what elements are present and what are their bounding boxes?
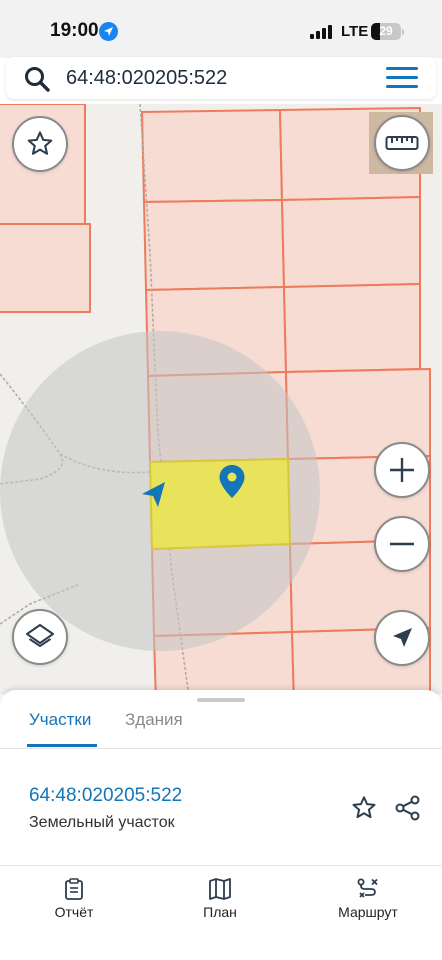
battery-cap — [402, 29, 404, 35]
cellular-signal-icon — [310, 25, 332, 39]
share-icon[interactable] — [394, 794, 422, 827]
search-bar[interactable]: 64:48:020205:522 — [6, 57, 436, 99]
layers-button[interactable] — [12, 609, 68, 665]
route-icon — [357, 878, 378, 898]
zoom-out-button[interactable] — [374, 516, 430, 572]
plot-cadastral-number[interactable]: 64:48:020205:522 — [29, 785, 182, 807]
favorite-button[interactable] — [12, 116, 68, 172]
nav-report[interactable]: Отчёт — [44, 878, 104, 920]
bottom-nav-divider — [0, 865, 442, 866]
battery-icon: 29 — [371, 23, 401, 40]
sheet-drag-handle[interactable] — [197, 698, 245, 702]
nav-plan-label: План — [203, 904, 237, 920]
battery-percent: 29 — [379, 24, 393, 38]
star-icon[interactable] — [350, 794, 378, 827]
nav-route[interactable]: Маршрут — [328, 878, 408, 920]
star-icon — [27, 131, 53, 155]
status-time: 19:00 — [50, 20, 99, 41]
navigation-arrow-icon — [393, 628, 412, 647]
bottom-sheet[interactable]: Участки Здания 64:48:020205:522 Земельны… — [0, 690, 442, 960]
user-location-arrow-icon — [140, 480, 168, 513]
plus-icon — [390, 458, 414, 482]
network-type: LTE — [341, 23, 369, 40]
ruler-button[interactable] — [374, 115, 430, 171]
plot-type: Земельный участок — [29, 814, 175, 831]
my-location-button[interactable] — [374, 610, 430, 666]
clipboard-icon — [65, 878, 83, 900]
tab-buildings[interactable]: Здания — [125, 710, 183, 730]
status-bar: 19:00 LTE 29 — [0, 0, 442, 58]
search-icon[interactable] — [24, 66, 50, 97]
nav-plan[interactable]: План — [190, 878, 250, 920]
tabs-divider — [0, 748, 442, 749]
ruler-icon — [385, 136, 419, 150]
layers-icon — [26, 624, 54, 647]
hamburger-menu-icon[interactable] — [386, 67, 418, 89]
map-view[interactable] — [0, 104, 442, 694]
search-input[interactable]: 64:48:020205:522 — [66, 67, 227, 90]
zoom-in-button[interactable] — [374, 442, 430, 498]
tab-plots[interactable]: Участки — [29, 710, 91, 730]
map-pin-icon[interactable] — [218, 464, 246, 505]
location-services-icon — [99, 22, 118, 41]
cadastral-map[interactable] — [0, 104, 442, 694]
active-tab-indicator — [27, 744, 97, 747]
nav-route-label: Маршрут — [338, 904, 398, 920]
nav-report-label: Отчёт — [54, 904, 94, 920]
map-icon — [209, 878, 231, 900]
minus-icon — [390, 542, 414, 546]
